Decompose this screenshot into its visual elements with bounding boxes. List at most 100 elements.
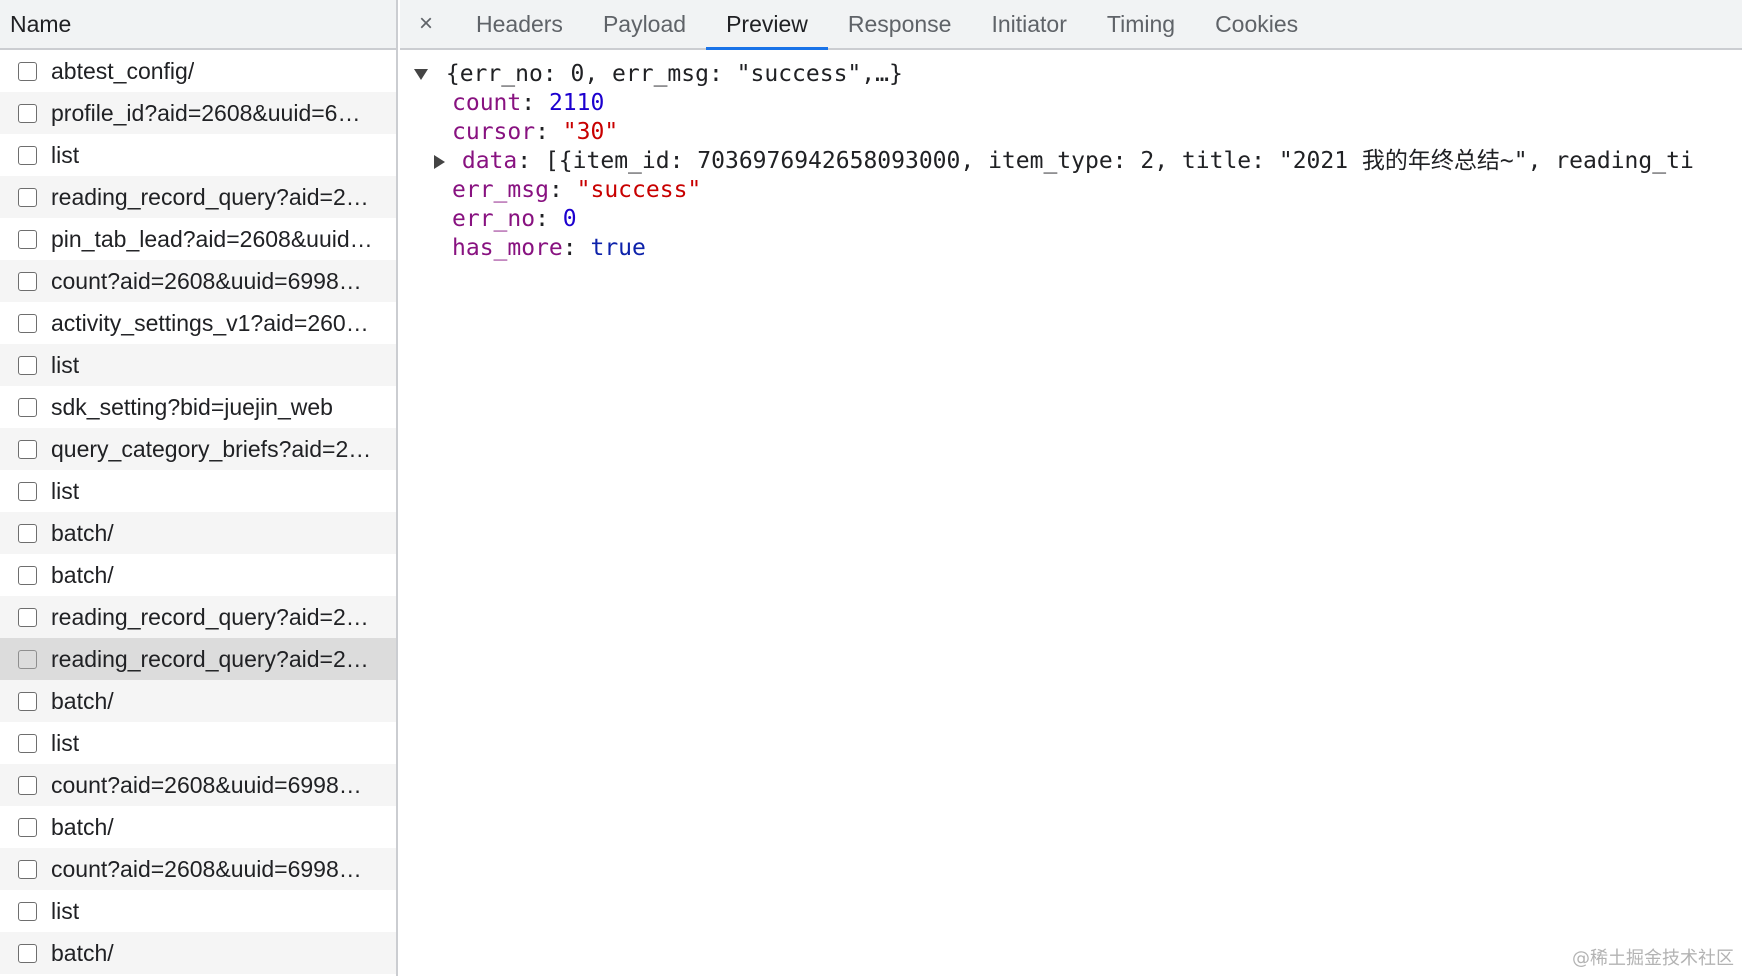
request-name: sdk_setting?bid=juejin_web <box>51 393 333 420</box>
tab-timing[interactable]: Timing <box>1087 0 1195 48</box>
request-checkbox[interactable] <box>18 229 37 249</box>
request-checkbox[interactable] <box>18 313 37 333</box>
tab-headers[interactable]: Headers <box>456 0 583 48</box>
request-row[interactable]: batch/ <box>0 512 396 554</box>
json-field-has-more: has_more: true <box>452 232 646 264</box>
tab-preview[interactable]: Preview <box>706 0 828 50</box>
request-row[interactable]: batch/ <box>0 932 396 974</box>
request-row[interactable]: abtest_config/ <box>0 50 396 92</box>
request-name: count?aid=2608&uuid=6998… <box>51 855 362 882</box>
request-row[interactable]: activity_settings_v1?aid=260… <box>0 302 396 344</box>
request-row[interactable]: batch/ <box>0 680 396 722</box>
tab-response[interactable]: Response <box>828 0 972 48</box>
json-key: has_more <box>452 235 563 261</box>
tab-cookies[interactable]: Cookies <box>1195 0 1318 48</box>
request-row[interactable]: count?aid=2608&uuid=6998… <box>0 260 396 302</box>
request-checkbox[interactable] <box>18 145 37 165</box>
request-name: pin_tab_lead?aid=2608&uuid… <box>51 225 373 252</box>
request-checkbox[interactable] <box>18 61 37 81</box>
tab-payload[interactable]: Payload <box>583 0 706 48</box>
request-row[interactable]: list <box>0 890 396 932</box>
request-name: list <box>51 141 80 168</box>
request-checkbox[interactable] <box>18 817 37 837</box>
json-field-err-msg: err_msg: "success" <box>452 174 701 206</box>
json-preview: {err_no: 0, err_msg: "success",…} count:… <box>400 52 1742 976</box>
json-colon: : <box>535 119 563 145</box>
request-row[interactable]: count?aid=2608&uuid=6998… <box>0 848 396 890</box>
request-row[interactable]: reading_record_query?aid=2… <box>0 176 396 218</box>
request-list-pane: Name abtest_config/ profile_id?aid=2608&… <box>0 0 398 976</box>
json-key: count <box>452 90 522 116</box>
json-key: cursor <box>452 119 536 145</box>
request-row[interactable]: list <box>0 134 396 176</box>
json-key: err_no <box>452 206 536 232</box>
request-checkbox[interactable] <box>18 481 37 501</box>
request-name: abtest_config/ <box>51 57 195 84</box>
request-name: count?aid=2608&uuid=6998… <box>51 267 362 294</box>
name-column-header[interactable]: Name <box>0 0 396 50</box>
request-row[interactable]: profile_id?aid=2608&uuid=6… <box>0 92 396 134</box>
json-field-count: count: 2110 <box>452 87 604 119</box>
json-field-data[interactable]: data: [{item_id: 7036976942658093000, it… <box>434 145 1694 177</box>
watermark: @稀土掘金技术社区 <box>1572 948 1734 969</box>
name-column-label: Name <box>10 10 72 37</box>
expanded-triangle-icon[interactable] <box>414 69 428 80</box>
json-field-err-no: err_no: 0 <box>452 203 577 235</box>
request-checkbox[interactable] <box>18 103 37 123</box>
request-row[interactable]: list <box>0 470 396 512</box>
request-row[interactable]: query_category_briefs?aid=2… <box>0 428 396 470</box>
detail-tab-bar: × Headers Payload Preview Response Initi… <box>400 0 1742 50</box>
request-name: count?aid=2608&uuid=6998… <box>51 771 362 798</box>
request-checkbox[interactable] <box>18 397 37 417</box>
request-name: batch/ <box>51 561 114 588</box>
request-checkbox[interactable] <box>18 355 37 375</box>
request-checkbox[interactable] <box>18 859 37 879</box>
json-value: true <box>590 235 646 261</box>
json-colon: : <box>517 148 545 174</box>
collapsed-triangle-icon[interactable] <box>434 154 445 169</box>
json-colon: : <box>548 177 577 203</box>
request-row[interactable]: batch/ <box>0 554 396 596</box>
json-value: "30" <box>562 119 619 145</box>
request-row[interactable]: list <box>0 722 396 764</box>
json-colon: : <box>535 206 563 232</box>
request-name: reading_record_query?aid=2… <box>51 183 369 210</box>
request-row[interactable]: pin_tab_lead?aid=2608&uuid… <box>0 218 396 260</box>
request-row[interactable]: sdk_setting?bid=juejin_web <box>0 386 396 428</box>
request-row[interactable]: reading_record_query?aid=2… <box>0 596 396 638</box>
request-checkbox[interactable] <box>18 271 37 291</box>
request-checkbox[interactable] <box>18 439 37 459</box>
json-colon: : <box>562 235 591 261</box>
request-checkbox[interactable] <box>18 691 37 711</box>
request-row[interactable]: count?aid=2608&uuid=6998… <box>0 764 396 806</box>
request-name: batch/ <box>51 939 114 966</box>
json-value: 0 <box>562 206 577 232</box>
request-name: reading_record_query?aid=2… <box>51 603 369 630</box>
request-checkbox[interactable] <box>18 565 37 585</box>
request-checkbox[interactable] <box>18 943 37 963</box>
close-icon[interactable]: × <box>414 0 438 48</box>
request-checkbox[interactable] <box>18 901 37 921</box>
request-checkbox[interactable] <box>18 733 37 753</box>
request-name: batch/ <box>51 687 114 714</box>
request-checkbox[interactable] <box>18 187 37 207</box>
request-row[interactable]: list <box>0 344 396 386</box>
request-checkbox[interactable] <box>18 607 37 627</box>
json-root-summary: {err_no: 0, err_msg: "success",…} <box>445 61 903 87</box>
json-root-line[interactable]: {err_no: 0, err_msg: "success",…} <box>414 58 903 90</box>
request-name: list <box>51 477 80 504</box>
request-name: list <box>51 351 80 378</box>
request-name: list <box>51 729 80 756</box>
request-checkbox[interactable] <box>18 523 37 543</box>
request-rows: abtest_config/ profile_id?aid=2608&uuid=… <box>0 50 396 974</box>
json-key: data <box>461 148 518 174</box>
request-row[interactable]: batch/ <box>0 806 396 848</box>
request-checkbox[interactable] <box>18 775 37 795</box>
request-name: list <box>51 897 80 924</box>
request-name: batch/ <box>51 813 114 840</box>
request-name: batch/ <box>51 519 114 546</box>
tab-initiator[interactable]: Initiator <box>971 0 1086 48</box>
json-value: [{item_id: 7036976942658093000, item_typ… <box>544 148 1694 174</box>
request-row-selected[interactable]: reading_record_query?aid=2… <box>0 638 396 680</box>
request-checkbox[interactable] <box>18 649 37 669</box>
